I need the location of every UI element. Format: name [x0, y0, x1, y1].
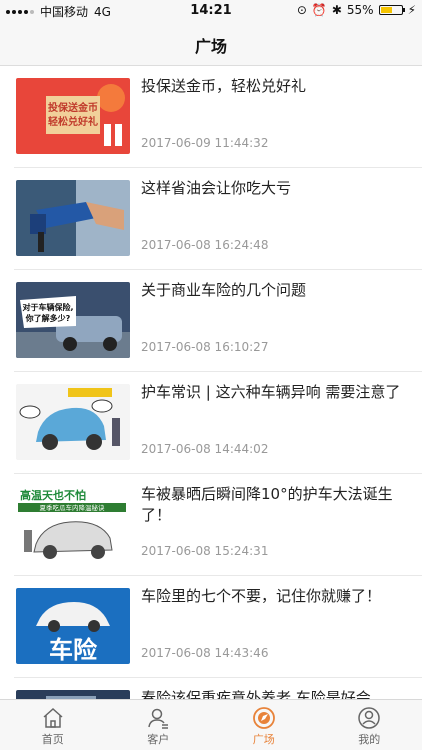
article-date: 2017-06-08 15:24:31: [141, 544, 269, 558]
compass-icon: [252, 707, 275, 729]
tab-home[interactable]: 首页: [0, 700, 106, 750]
tab-square[interactable]: 广场: [211, 700, 317, 750]
thumbnail-caption: 轻松兑好礼: [48, 115, 98, 128]
tab-customer[interactable]: 客户: [106, 700, 212, 750]
thumbnail-caption: 车险: [49, 636, 98, 664]
article-thumbnail: 投保送金币 轻松兑好礼: [16, 78, 130, 154]
article-title: 护车常识 | 这六种车辆异响 需要注意了: [141, 383, 401, 401]
thumbnail-caption: 高温天也不怕: [20, 488, 86, 502]
article-title: 车险里的七个不要，记住你就赚了！: [141, 587, 382, 605]
article-date: 2017-06-08 16:10:27: [141, 340, 269, 354]
article-date: 2017-06-08 14:43:46: [141, 646, 269, 660]
list-item[interactable]: 投保送金币 轻松兑好礼 投保送金币，轻松兑好礼 2017-06-09 11:44…: [14, 66, 422, 168]
home-icon: [43, 707, 63, 728]
article-date: 2017-06-09 11:44:32: [141, 136, 269, 150]
status-bar: 中国移动 4G 14:21 ⊙ ⏰ ✱ 55% ⚡: [0, 0, 422, 22]
tab-label: 客户: [147, 733, 170, 746]
article-date: 2017-06-08 14:44:02: [141, 442, 269, 456]
tab-profile[interactable]: 我的: [317, 700, 422, 750]
article-thumbnail: 高温天也不怕 夏季吃瓜车内降温秘诀: [16, 486, 130, 562]
article-thumbnail: [16, 180, 130, 256]
page-title: 广场: [194, 37, 227, 56]
bluetooth-icon: ✱: [331, 3, 342, 17]
tab-label: 首页: [41, 733, 64, 746]
article-title: 投保送金币，轻松兑好礼: [141, 77, 307, 95]
tab-label: 广场: [252, 733, 275, 746]
thumbnail-caption: 夏季吃瓜车内降温秘诀: [40, 503, 106, 512]
list-item[interactable]: 高温天也不怕 夏季吃瓜车内降温秘诀 车被暴晒后瞬间降10°的护车大法诞生了！ 2…: [14, 474, 422, 576]
list-item[interactable]: 车险 车险里的七个不要，记住你就赚了！ 2017-06-08 14:43:46: [14, 576, 422, 678]
thumbnail-caption: 投保送金币: [48, 101, 98, 114]
article-list[interactable]: 投保送金币 轻松兑好礼 投保送金币，轻松兑好礼 2017-06-09 11:44…: [0, 66, 422, 699]
charging-icon: ⚡: [407, 3, 416, 17]
tab-bar: 首页 客户 广场 我的: [0, 699, 422, 750]
customer-icon: [148, 708, 169, 729]
article-thumbnail: [16, 690, 130, 699]
list-item[interactable]: 护车常识 | 这六种车辆异响 需要注意了 2017-06-08 14:44:02: [14, 372, 422, 474]
profile-icon: [358, 707, 380, 729]
thumbnail-caption: 对于车辆保险,: [22, 302, 73, 312]
lock-rotation-icon: ⊙: [296, 3, 307, 17]
nav-bar: 广场: [0, 22, 422, 66]
article-title: 这样省油会让你吃大亏: [141, 179, 292, 197]
article-date: 2017-06-08 16:24:48: [141, 238, 269, 252]
article-title: 关于商业车险的几个问题: [141, 281, 307, 299]
list-item[interactable]: 这样省油会让你吃大亏 2017-06-08 16:24:48: [14, 168, 422, 270]
article-thumbnail: 车险: [16, 588, 130, 664]
list-item[interactable]: 春险该保重疾意外养老 车险是好会: [14, 678, 422, 699]
article-title: 车被暴晒后瞬间降10°的护车大法诞生了！: [141, 485, 393, 524]
thumbnail-caption: 你了解多少?: [25, 313, 71, 323]
battery-icon: [378, 5, 405, 15]
list-item[interactable]: 对于车辆保险, 你了解多少? 关于商业车险的几个问题 2017-06-08 16…: [14, 270, 422, 372]
article-thumbnail: [16, 384, 130, 460]
article-thumbnail: 对于车辆保险, 你了解多少?: [16, 282, 130, 358]
article-title: 春险该保重疾意外养老 车险是好会: [141, 689, 371, 699]
battery-percent: 55%: [346, 3, 374, 17]
status-right: ⊙ ⏰ ✱ 55% ⚡: [297, 3, 416, 17]
tab-label: 我的: [358, 733, 381, 746]
alarm-icon: ⏰: [311, 3, 327, 17]
